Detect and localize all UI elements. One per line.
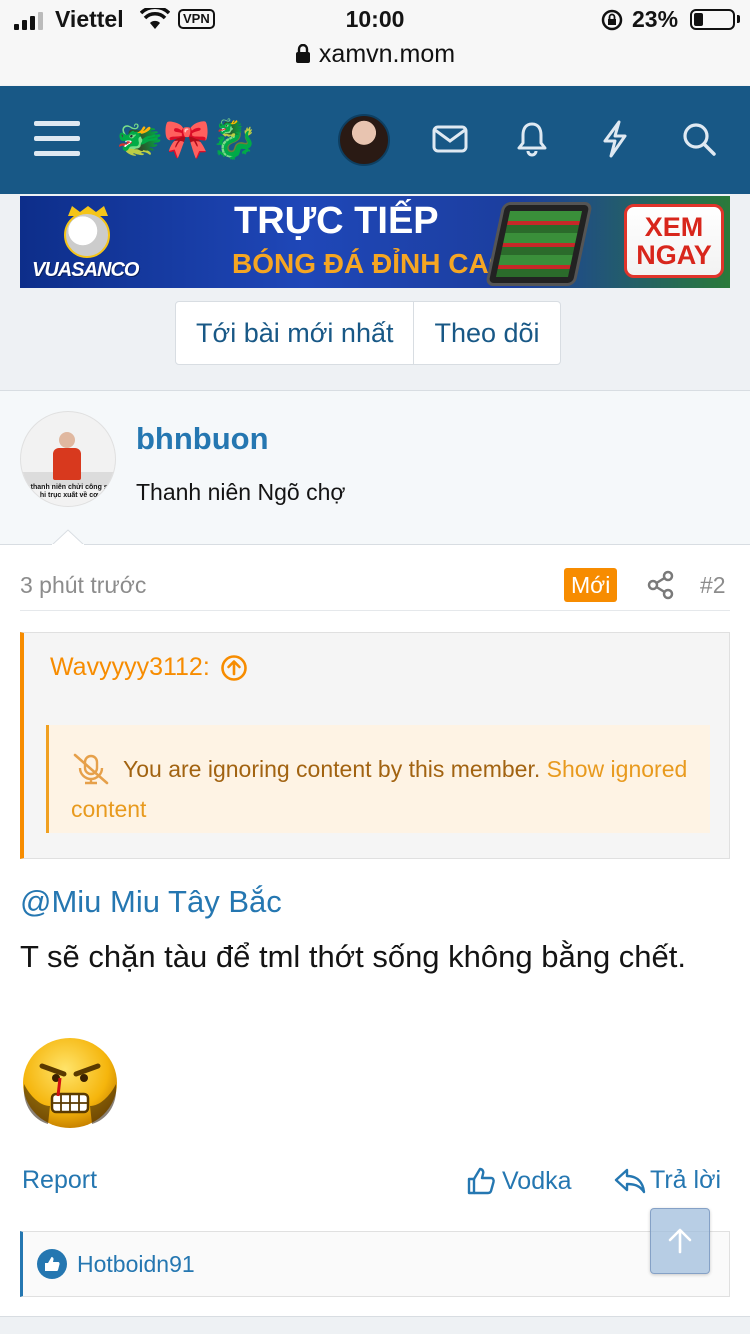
username-link[interactable]: bhnbuon <box>136 421 269 457</box>
post-user-block: t thanh niên chửi công sả hi trục xuất v… <box>0 391 750 545</box>
menu-button[interactable] <box>32 114 82 164</box>
battery-percent: 23% <box>632 6 679 32</box>
avatar[interactable] <box>338 114 390 166</box>
ignored-content-notice: You are ignoring content by this member.… <box>46 725 710 833</box>
user-mention-link[interactable]: @Miu Miu Tây Bắc <box>20 884 282 920</box>
scroll-to-top-button[interactable] <box>650 1208 710 1274</box>
user-block-arrow <box>52 529 84 545</box>
user-title: Thanh niên Ngõ chợ <box>136 479 346 505</box>
like-button[interactable]: Vodka <box>466 1166 572 1196</box>
status-bar: Viettel VPN 10:00 23% xamvn.mom <box>0 0 750 86</box>
arrow-up-circle-icon <box>220 654 247 681</box>
new-badge: Mới <box>564 568 618 602</box>
reply-arrow-icon <box>614 1168 646 1193</box>
banner-cta-line2: NGAY <box>636 240 712 270</box>
reply-button[interactable]: Trả lời <box>614 1166 721 1195</box>
top-navbar: 🐲🎀🐉 <box>0 86 750 194</box>
bell-icon <box>517 122 547 157</box>
menu-icon <box>34 121 80 156</box>
site-logo[interactable]: 🐲🎀🐉 <box>116 116 258 164</box>
address-bar[interactable]: xamvn.mom <box>0 40 750 69</box>
reactions-bar[interactable]: Hotboidn91 <box>20 1231 730 1297</box>
banner-subtitle: BÓNG ĐÁ ĐỈNH CAO <box>232 248 511 279</box>
quote-author-link[interactable]: Wavyyyy3112: <box>50 653 248 682</box>
phone-image <box>485 202 593 286</box>
banner-cta-button[interactable]: XEM NGAY <box>624 204 724 278</box>
padlock-icon <box>295 44 310 63</box>
ignored-message: You are ignoring content by this member. <box>123 756 541 782</box>
reply-label: Trả lời <box>650 1166 722 1194</box>
banner-cta-line1: XEM <box>644 212 704 242</box>
thread-button-group: Tới bài mới nhất Theo dõi <box>175 301 561 365</box>
battery-fill <box>694 13 703 26</box>
banner-logo: VUASANCO <box>28 206 158 284</box>
share-icon[interactable] <box>646 570 676 600</box>
follow-button[interactable]: Theo dõi <box>413 302 559 364</box>
battery-icon <box>690 9 735 30</box>
battery-cap <box>737 15 740 23</box>
report-link[interactable]: Report <box>22 1166 97 1195</box>
angry-smiley-icon <box>23 1038 117 1128</box>
jump-to-latest-button[interactable]: Tới bài mới nhất <box>176 302 413 364</box>
football-icon <box>64 212 110 258</box>
quote-block: Wavyyyy3112: You are ignoring content by… <box>20 632 730 859</box>
avatar-caption: t thanh niên chửi công sả hi trục xuất v… <box>26 484 112 499</box>
url-text: xamvn.mom <box>318 40 456 68</box>
post-number[interactable]: #2 <box>700 572 726 599</box>
ad-banner[interactable]: VUASANCO TRỰC TIẾP BÓNG ĐÁ ĐỈNH CAO XEM … <box>20 196 730 288</box>
search-button[interactable] <box>674 114 724 164</box>
banner-title: TRỰC TIẾP <box>234 200 439 242</box>
search-icon <box>683 123 716 156</box>
muted-microphone-icon <box>73 753 109 785</box>
divider <box>20 610 730 611</box>
rotation-lock-icon <box>601 9 623 31</box>
like-reaction-icon <box>37 1249 67 1279</box>
quote-author: Wavyyyy3112: <box>50 653 210 681</box>
banner-brand: VUASANCO <box>32 259 139 281</box>
like-label: Vodka <box>502 1166 572 1195</box>
lightning-icon <box>603 120 627 158</box>
whats-new-button[interactable] <box>590 114 640 164</box>
page-bottom <box>0 1316 750 1334</box>
arrow-up-icon <box>668 1228 692 1254</box>
user-avatar[interactable]: t thanh niên chửi công sả hi trục xuất v… <box>20 411 116 507</box>
post-timestamp[interactable]: 3 phút trước <box>20 572 146 599</box>
post-message: T sẽ chặn tàu để tml thớt sống không bằn… <box>20 939 687 974</box>
thumbs-up-icon <box>467 1167 495 1195</box>
mail-icon <box>432 125 468 153</box>
reaction-users[interactable]: Hotboidn91 <box>77 1251 195 1278</box>
inbox-button[interactable] <box>425 114 475 164</box>
alerts-button[interactable] <box>507 114 557 164</box>
